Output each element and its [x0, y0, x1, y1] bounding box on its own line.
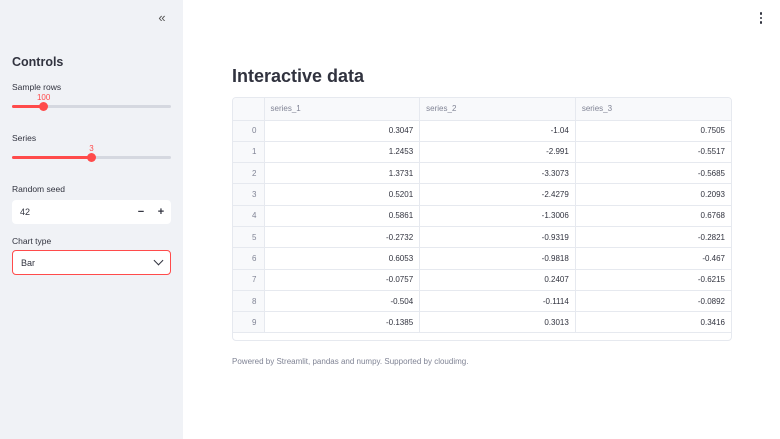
- row-index: 0: [233, 120, 265, 142]
- table-cell[interactable]: 0.5861: [264, 205, 421, 227]
- table-cell[interactable]: -0.6215: [575, 269, 731, 291]
- row-index: 2: [233, 162, 265, 185]
- table-cell[interactable]: -0.9319: [419, 226, 576, 249]
- table-header-row: series_1 series_2 series_3: [233, 98, 731, 121]
- random-seed-label: Random seed: [12, 184, 65, 194]
- table-cell[interactable]: 0.6053: [264, 247, 421, 270]
- table-cell[interactable]: -0.0892: [575, 290, 731, 313]
- table-row[interactable]: 9 -0.1385 0.3013 0.3416: [233, 311, 731, 334]
- data-table[interactable]: series_1 series_2 series_3 0 0.3047 -1.04 0…: [232, 97, 732, 341]
- sample-rows-slider[interactable]: 100: [12, 93, 171, 113]
- table-cell[interactable]: -0.2732: [264, 226, 421, 249]
- table-cell[interactable]: 0.3416: [575, 311, 731, 334]
- table-cell[interactable]: -3.3073: [419, 162, 576, 185]
- table-cell[interactable]: -2.991: [419, 141, 576, 164]
- table-cell[interactable]: -0.5517: [575, 141, 731, 164]
- column-header[interactable]: series_3: [575, 98, 731, 121]
- table-cell[interactable]: 0.7505: [575, 120, 731, 142]
- main-menu-icon[interactable]: [757, 10, 765, 26]
- row-index: 3: [233, 183, 265, 206]
- series-slider[interactable]: 3: [12, 144, 171, 164]
- table-cell[interactable]: 0.3013: [419, 311, 576, 334]
- row-index: 5: [233, 226, 265, 249]
- slider-value: 100: [36, 93, 51, 102]
- slider-value: 3: [89, 144, 94, 153]
- chart-type-select[interactable]: Bar: [12, 250, 171, 275]
- table-row[interactable]: 3 0.5201 -2.4279 0.2093: [233, 183, 731, 206]
- table-cell[interactable]: -0.1114: [419, 290, 576, 313]
- table-row[interactable]: 2 1.3731 -3.3073 -0.5685: [233, 162, 731, 185]
- row-index: 6: [233, 247, 265, 270]
- table-cell[interactable]: -0.467: [575, 247, 731, 270]
- table-cell[interactable]: -0.0757: [264, 269, 421, 291]
- increment-button[interactable]: +: [151, 200, 171, 224]
- slider-thumb[interactable]: [87, 153, 96, 162]
- table-row[interactable]: 8 -0.504 -0.1114 -0.0892: [233, 290, 731, 313]
- series-label: Series: [12, 133, 37, 143]
- table-cell[interactable]: -0.1385: [264, 311, 421, 334]
- sidebar: « Controls Sample rows 100 Series 3 Rand…: [0, 0, 183, 439]
- row-index: 4: [233, 205, 265, 227]
- sidebar-title: Controls: [12, 55, 64, 69]
- column-header-index[interactable]: [233, 98, 265, 121]
- table-cell[interactable]: 0.5201: [264, 183, 421, 206]
- chevron-down-icon: [153, 255, 164, 266]
- table-row[interactable]: 4 0.5861 -1.3006 0.6768: [233, 205, 731, 227]
- row-index: 8: [233, 290, 265, 313]
- row-index: 7: [233, 269, 265, 291]
- table-row[interactable]: 7 -0.0757 0.2407 -0.6215: [233, 269, 731, 291]
- table-cell[interactable]: 1.2453: [264, 141, 421, 164]
- random-seed-value[interactable]: 42: [12, 207, 131, 217]
- column-header[interactable]: series_2: [419, 98, 576, 121]
- row-index: 9: [233, 311, 265, 334]
- page-title: Interactive data: [232, 66, 365, 86]
- slider-thumb[interactable]: [39, 102, 49, 111]
- table-cell[interactable]: -0.504: [264, 290, 421, 313]
- table-cell[interactable]: -2.4279: [419, 183, 576, 206]
- column-header[interactable]: series_1: [264, 98, 421, 121]
- table-cell[interactable]: 1.3731: [264, 162, 421, 185]
- row-index: 1: [233, 141, 265, 164]
- sample-rows-label: Sample rows: [12, 82, 62, 92]
- table-cell[interactable]: 0.3047: [264, 120, 421, 142]
- table-cell[interactable]: -0.2821: [575, 226, 731, 249]
- chart-type-value: Bar: [21, 257, 36, 268]
- table-row[interactable]: 0 0.3047 -1.04 0.7505: [233, 120, 731, 142]
- table-cell[interactable]: -0.9818: [419, 247, 576, 270]
- table-cell[interactable]: -0.5685: [575, 162, 731, 185]
- table-cell[interactable]: 0.2093: [575, 183, 731, 206]
- table-row[interactable]: 5 -0.2732 -0.9319 -0.2821: [233, 226, 731, 249]
- table-cell[interactable]: -1.04: [419, 120, 576, 142]
- table-row[interactable]: 6 0.6053 -0.9818 -0.467: [233, 247, 731, 270]
- footer-text: Powered by Streamlit, pandas and numpy. …: [232, 357, 469, 366]
- table-cell[interactable]: 0.6768: [575, 205, 731, 227]
- table-row[interactable]: 1 1.2453 -2.991 -0.5517: [233, 141, 731, 164]
- table-cell[interactable]: -1.3006: [419, 205, 576, 227]
- collapse-sidebar-icon[interactable]: «: [153, 10, 169, 26]
- table-cell[interactable]: 0.2407: [419, 269, 576, 291]
- slider-fill: [12, 156, 92, 159]
- chart-type-label: Chart type: [12, 236, 52, 246]
- random-seed-input[interactable]: 42 − +: [12, 200, 171, 224]
- decrement-button[interactable]: −: [131, 200, 151, 224]
